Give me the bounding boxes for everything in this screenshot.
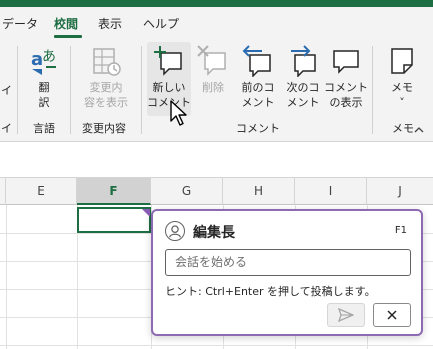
comment-card: 編集長 F1 会話を始める ヒント: Ctrl+Enter を押して投稿します。	[151, 209, 423, 336]
truncated-label-bottom: イ	[1, 122, 12, 135]
translate-icon: a あ	[31, 49, 56, 75]
ribbon-tabs: データ 校閲 表示 ヘルプ	[0, 7, 433, 38]
svg-text:あ: あ	[42, 49, 56, 65]
previous-comment-icon	[242, 45, 271, 77]
column-header-i[interactable]: I	[295, 178, 367, 205]
row-line	[0, 345, 433, 346]
group-label-language: 言語	[33, 122, 55, 135]
show-changes-icon	[93, 48, 121, 76]
collapse-ribbon-icon[interactable]	[414, 126, 424, 134]
formula-bar-area	[0, 142, 433, 176]
group-separator	[70, 46, 71, 134]
column-header-h[interactable]: H	[223, 178, 295, 205]
send-icon	[338, 308, 354, 322]
column-header-row: E F G H I J	[0, 177, 433, 205]
next-comment-icon	[291, 45, 316, 77]
delete-comment-button[interactable]: 削除	[193, 42, 233, 116]
group-separator	[17, 46, 18, 134]
previous-comment-label: 前のコ メント	[241, 81, 275, 109]
close-icon	[387, 310, 397, 320]
tab-review[interactable]: 校閲	[54, 15, 78, 32]
show-comments-button[interactable]: コメント の表示	[324, 42, 368, 116]
group-separator	[141, 46, 142, 134]
group-separator	[372, 46, 373, 134]
comment-author: 編集長	[193, 225, 235, 241]
mouse-cursor-icon	[170, 100, 187, 126]
group-label-comments: コメント	[236, 122, 280, 135]
group-label-notes: メモ	[392, 122, 414, 135]
ribbon: イ イ a あ 翻 訳 変更内 容を表示 新しい コメント 削除 前のコ メント…	[0, 38, 433, 142]
group-label-changes: 変更内容	[82, 122, 126, 135]
show-comments-label: コメント の表示	[324, 81, 368, 109]
column-header-j[interactable]: J	[367, 178, 433, 205]
post-comment-button[interactable]	[327, 303, 365, 327]
comment-cell-reference: F1	[394, 225, 407, 236]
title-bar-strip	[0, 0, 433, 7]
next-comment-button[interactable]: 次のコ メント	[281, 42, 325, 116]
truncated-label-top: イ	[1, 84, 12, 97]
show-changes-button[interactable]: 変更内 容を表示	[76, 42, 136, 116]
show-changes-label: 変更内 容を表示	[84, 81, 128, 109]
translate-label: 翻 訳	[38, 81, 50, 109]
notes-label: メモ ˅	[391, 81, 413, 109]
next-comment-label: 次のコ メント	[286, 81, 320, 109]
tab-view[interactable]: 表示	[98, 15, 122, 32]
comment-indicator-icon	[142, 209, 150, 217]
active-cell-f1[interactable]	[77, 207, 151, 233]
previous-comment-button[interactable]: 前のコ メント	[236, 42, 280, 116]
new-comment-icon	[154, 46, 182, 76]
notes-button[interactable]: メモ ˅	[380, 42, 424, 116]
tab-help[interactable]: ヘルプ	[143, 15, 179, 32]
note-icon	[391, 48, 413, 74]
tab-data[interactable]: データ	[2, 15, 38, 32]
delete-comment-label: 削除	[202, 81, 224, 94]
comment-hint: ヒント: Ctrl+Enter を押して投稿します。	[165, 285, 376, 298]
translate-button[interactable]: a あ 翻 訳	[22, 42, 66, 116]
column-header-g[interactable]: G	[151, 178, 223, 205]
column-header-f[interactable]: F	[77, 178, 151, 205]
avatar	[165, 221, 185, 241]
column-line	[6, 205, 7, 349]
cancel-comment-button[interactable]	[373, 303, 411, 327]
comment-input[interactable]: 会話を始める	[165, 249, 411, 276]
comments-pane-icon	[333, 50, 359, 74]
delete-comment-icon	[197, 45, 226, 76]
column-header-e[interactable]: E	[6, 178, 77, 205]
